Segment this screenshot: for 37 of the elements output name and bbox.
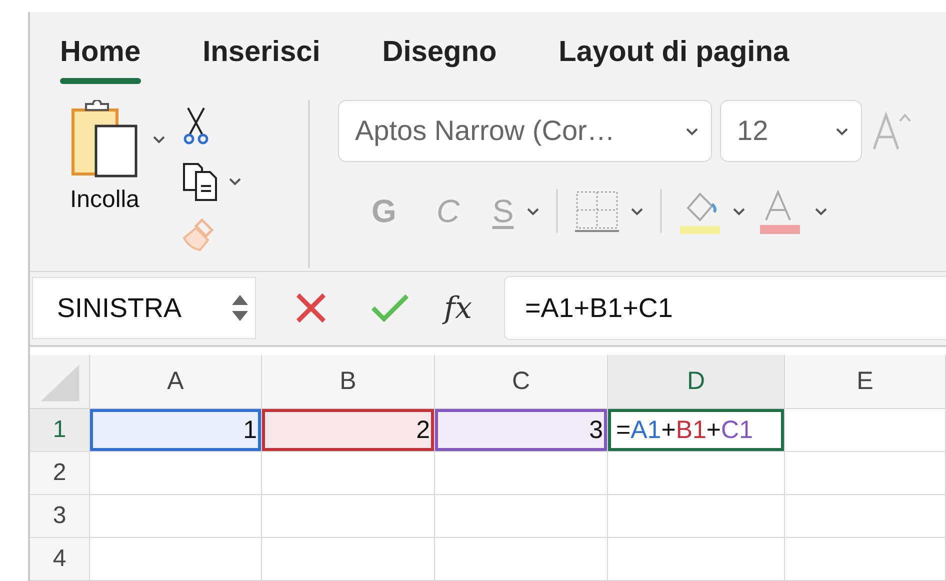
borders-icon[interactable]	[574, 189, 620, 233]
caret-icon[interactable]	[228, 176, 242, 186]
table-cell: 1	[90, 409, 262, 452]
caret-icon[interactable]	[732, 206, 746, 216]
check-icon[interactable]	[370, 292, 410, 324]
paste-button[interactable]: Incolla	[70, 100, 166, 268]
caret-icon[interactable]	[814, 206, 828, 216]
cancel-icon[interactable]	[294, 291, 328, 326]
font-name-dropdown[interactable]: Aptos Narrow (Cor…	[338, 100, 712, 162]
font-size-dropdown[interactable]: 12	[720, 100, 862, 162]
column-header[interactable]: D	[608, 355, 785, 409]
column-header[interactable]: B	[262, 355, 435, 409]
function-label[interactable]: fx	[444, 290, 504, 326]
formula-field[interactable]: =A1+B1+C1	[504, 276, 946, 340]
caret-icon[interactable]	[630, 206, 644, 216]
ribbon-tab[interactable]: Layout di pagina	[558, 32, 790, 84]
row-header[interactable]: 2	[30, 452, 90, 495]
ribbon-tab[interactable]: Home	[60, 32, 141, 84]
caret-icon[interactable]	[526, 206, 540, 216]
table-cell: =A1+B1+C1	[608, 409, 785, 452]
row-header[interactable]: 1	[30, 409, 90, 452]
copy-icon[interactable]	[180, 160, 220, 202]
column-header[interactable]: A	[90, 355, 262, 409]
caret-icon[interactable]	[152, 134, 166, 144]
column-header[interactable]: C	[435, 355, 608, 409]
stepper-up-icon[interactable]	[231, 294, 249, 306]
row-header[interactable]: 4	[30, 538, 90, 581]
caret-icon[interactable]	[685, 126, 699, 136]
column-header[interactable]: E	[785, 355, 946, 409]
name-box[interactable]: SINISTRA	[32, 277, 256, 340]
ribbon-tab[interactable]: Disegno	[382, 32, 497, 84]
ribbon-tab[interactable]: Inserisci	[202, 32, 320, 84]
table-cell: 2	[262, 409, 435, 452]
stepper-down-icon[interactable]	[231, 310, 249, 322]
caret-icon[interactable]	[835, 126, 849, 136]
row-header[interactable]: 3	[30, 495, 90, 538]
table-cell: 3	[435, 409, 608, 452]
